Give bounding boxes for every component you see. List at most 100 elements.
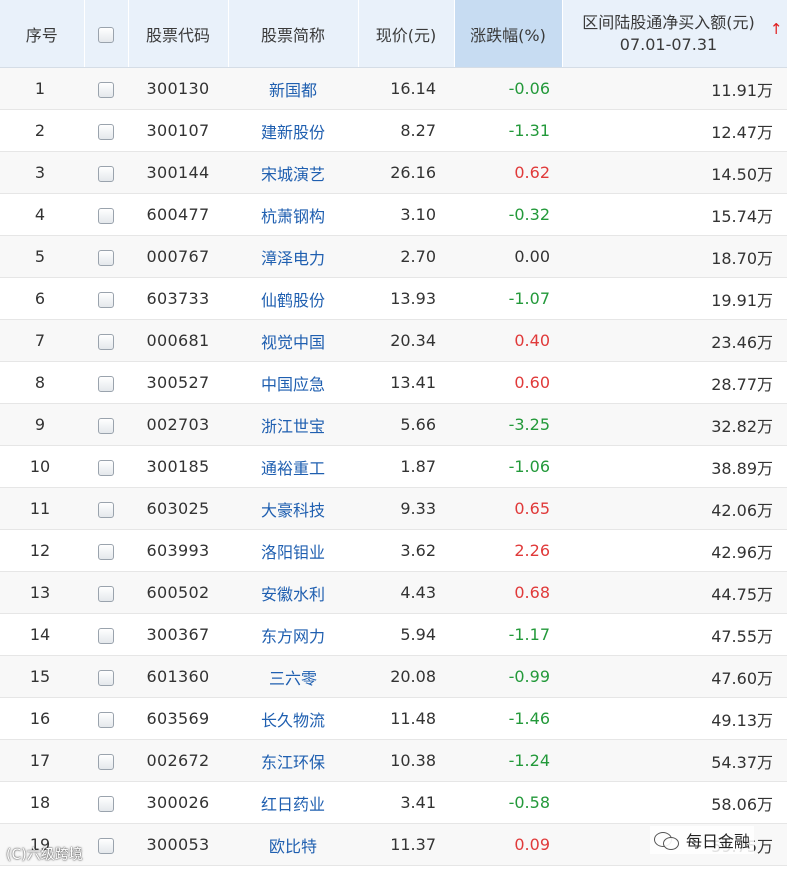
stock-name-link[interactable]: 东江环保 [261,753,325,772]
row-checkbox[interactable] [98,249,114,266]
row-checkbox[interactable] [98,501,114,518]
stock-name-link[interactable]: 洛阳钼业 [261,543,325,562]
table-row[interactable]: 14 300367 东方网力 5.94 -1.17 47.55万 [0,613,787,656]
stock-name-link[interactable]: 通裕重工 [261,459,325,478]
table-row[interactable]: 10 300185 通裕重工 1.87 -1.06 38.89万 [0,445,787,488]
table-row[interactable]: 3 300144 宋城演艺 26.16 0.62 14.50万 [0,151,787,194]
header-change[interactable]: 涨跌幅(%) [454,0,563,68]
stock-name-link[interactable]: 宋城演艺 [261,165,325,184]
stock-name[interactable]: 通裕重工 [228,445,358,488]
row-select[interactable] [84,529,128,572]
stock-name-link[interactable]: 欧比特 [269,837,317,856]
stock-name-link[interactable]: 中国应急 [261,375,325,394]
row-checkbox[interactable] [98,459,114,476]
stock-name[interactable]: 东方网力 [228,613,358,656]
stock-name[interactable]: 三六零 [228,655,358,698]
table-row[interactable]: 15 601360 三六零 20.08 -0.99 47.60万 [0,655,787,698]
row-checkbox[interactable] [98,585,114,602]
row-select[interactable] [84,193,128,236]
table-row[interactable]: 17 002672 东江环保 10.38 -1.24 54.37万 [0,739,787,782]
row-select[interactable] [84,67,128,110]
row-checkbox[interactable] [98,627,114,644]
header-select-all[interactable] [84,0,129,68]
table-row[interactable]: 5 000767 漳泽电力 2.70 0.00 18.70万 [0,235,787,278]
table-row[interactable]: 7 000681 视觉中国 20.34 0.40 23.46万 [0,319,787,362]
stock-name[interactable]: 仙鹤股份 [228,277,358,320]
row-select[interactable] [84,655,128,698]
table-row[interactable]: 11 603025 大豪科技 9.33 0.65 42.06万 [0,487,787,530]
row-select[interactable] [84,445,128,488]
row-checkbox[interactable] [98,795,114,812]
header-code[interactable]: 股票代码 [128,0,229,68]
stock-name-link[interactable]: 新国都 [269,81,317,100]
stock-name[interactable]: 视觉中国 [228,319,358,362]
row-select[interactable] [84,739,128,782]
row-select[interactable] [84,571,128,614]
stock-name-link[interactable]: 漳泽电力 [261,249,325,268]
row-select[interactable] [84,319,128,362]
stock-name[interactable]: 安徽水利 [228,571,358,614]
row-select[interactable] [84,487,128,530]
table-row[interactable]: 8 300527 中国应急 13.41 0.60 28.77万 [0,361,787,404]
row-checkbox[interactable] [98,543,114,560]
sort-ascending-icon[interactable]: ↑ [770,18,783,40]
table-row[interactable]: 13 600502 安徽水利 4.43 0.68 44.75万 [0,571,787,614]
header-amount[interactable]: 区间陆股通净买入额(元) 07.01-07.31 ↑ [562,0,787,68]
row-checkbox[interactable] [98,165,114,182]
table-row[interactable]: 2 300107 建新股份 8.27 -1.31 12.47万 [0,109,787,152]
table-row[interactable]: 6 603733 仙鹤股份 13.93 -1.07 19.91万 [0,277,787,320]
stock-name[interactable]: 中国应急 [228,361,358,404]
stock-name[interactable]: 杭萧钢构 [228,193,358,236]
row-select[interactable] [84,151,128,194]
row-checkbox[interactable] [98,207,114,224]
stock-name-link[interactable]: 杭萧钢构 [261,207,325,226]
row-select[interactable] [84,613,128,656]
stock-name[interactable]: 建新股份 [228,109,358,152]
row-select[interactable] [84,109,128,152]
table-row[interactable]: 16 603569 长久物流 11.48 -1.46 49.13万 [0,697,787,740]
header-name[interactable]: 股票简称 [228,0,359,68]
row-select[interactable] [84,361,128,404]
row-checkbox[interactable] [98,291,114,308]
row-checkbox[interactable] [98,837,114,854]
stock-name-link[interactable]: 浙江世宝 [261,417,325,436]
stock-name-link[interactable]: 仙鹤股份 [261,291,325,310]
stock-name[interactable]: 长久物流 [228,697,358,740]
table-row[interactable]: 12 603993 洛阳钼业 3.62 2.26 42.96万 [0,529,787,572]
stock-name-link[interactable]: 三六零 [269,669,317,688]
row-checkbox[interactable] [98,81,114,98]
row-select[interactable] [84,781,128,824]
table-row[interactable]: 9 002703 浙江世宝 5.66 -3.25 32.82万 [0,403,787,446]
table-row[interactable]: 18 300026 红日药业 3.41 -0.58 58.06万 [0,781,787,824]
row-select[interactable] [84,235,128,278]
stock-name-link[interactable]: 长久物流 [261,711,325,730]
header-price[interactable]: 现价(元) [358,0,455,68]
stock-name[interactable]: 浙江世宝 [228,403,358,446]
row-select[interactable] [84,403,128,446]
row-checkbox[interactable] [98,753,114,770]
stock-name[interactable]: 大豪科技 [228,487,358,530]
stock-name[interactable]: 洛阳钼业 [228,529,358,572]
stock-name-link[interactable]: 大豪科技 [261,501,325,520]
row-checkbox[interactable] [98,669,114,686]
table-row[interactable]: 4 600477 杭萧钢构 3.10 -0.32 15.74万 [0,193,787,236]
stock-name-link[interactable]: 建新股份 [261,123,325,142]
stock-name-link[interactable]: 红日药业 [261,795,325,814]
stock-name[interactable]: 宋城演艺 [228,151,358,194]
row-select[interactable] [84,697,128,740]
stock-name[interactable]: 东江环保 [228,739,358,782]
stock-name[interactable]: 漳泽电力 [228,235,358,278]
row-select[interactable] [84,823,128,866]
table-row[interactable]: 1 300130 新国都 16.14 -0.06 11.91万 [0,67,787,110]
stock-name[interactable]: 新国都 [228,67,358,110]
stock-name-link[interactable]: 视觉中国 [261,333,325,352]
stock-name[interactable]: 欧比特 [228,823,358,866]
stock-name-link[interactable]: 安徽水利 [261,585,325,604]
stock-name-link[interactable]: 东方网力 [261,627,325,646]
stock-name[interactable]: 红日药业 [228,781,358,824]
row-checkbox[interactable] [98,333,114,350]
row-checkbox[interactable] [98,711,114,728]
row-checkbox[interactable] [98,123,114,140]
select-all-checkbox[interactable] [98,26,114,43]
row-checkbox[interactable] [98,375,114,392]
